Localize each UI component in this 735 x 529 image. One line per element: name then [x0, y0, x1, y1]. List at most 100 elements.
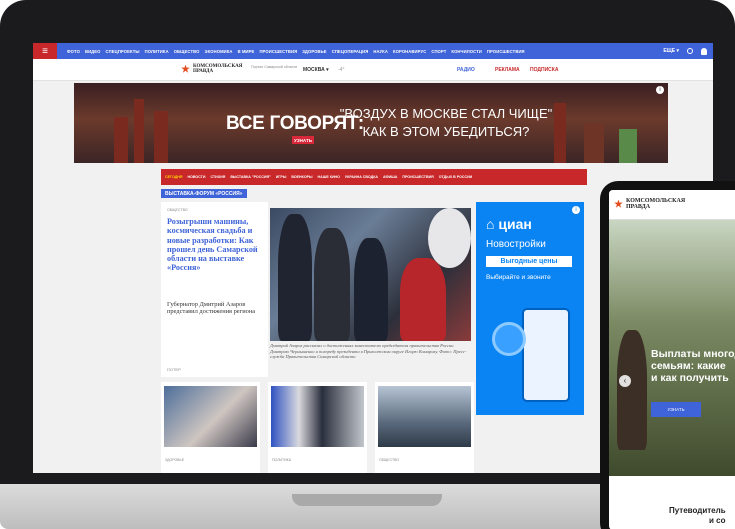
photo-figure — [400, 258, 446, 341]
dome-graphic — [619, 129, 637, 163]
mockup-stage: ≡ ФОТО ВИДЕО СПЕЦПРОЕКТЫ ПОЛИТИКА ОБЩЕСТ… — [0, 0, 735, 529]
phone-header: КОМСОМОЛЬСКАЯ ПРАВДА — [609, 190, 735, 220]
radio-link[interactable]: РАДИО — [457, 67, 475, 73]
nav-item[interactable]: НАУКА — [373, 49, 388, 54]
nav-item[interactable]: ПРОИСШЕСТВИЯ — [487, 49, 525, 54]
ads-link[interactable]: РЕКЛАМА — [495, 67, 520, 73]
photo-caption: Дмитрий Азаров рассказал о достижениях з… — [270, 343, 467, 360]
ad-phone-graphic — [522, 308, 570, 402]
news-card-rubric: ЗДОРОВЬЕ — [165, 458, 185, 462]
hero-title-line: Выплаты многод — [651, 348, 735, 360]
nav-item[interactable]: В МИРЕ — [238, 49, 255, 54]
hero-figure — [617, 330, 647, 450]
secnav-item[interactable]: АФИША — [383, 175, 397, 179]
hero-title-line: семьям: какие — [651, 360, 726, 372]
nav-item[interactable]: ОБЩЕСТВО — [174, 49, 200, 54]
photo-figure — [278, 214, 312, 341]
tower-graphic — [154, 111, 168, 163]
weather-widget[interactable]: -4° — [338, 67, 344, 73]
more-menu[interactable]: ЕЩЕ ▾ — [663, 48, 679, 54]
banner-quote: "ВОЗДУХ В МОСКВЕ СТАЛ ЧИЩЕ" КАК В ЭТОМ У… — [336, 105, 556, 141]
menu-icon[interactable]: ≡ — [33, 43, 57, 59]
main-story-text[interactable]: ОБЩЕСТВО Розыгрыши машины, космическая с… — [161, 202, 268, 377]
section-navigation: СЕГОДНЯ НОВОСТИ СТИХИЯ ВЫСТАВКА "РОССИЯ"… — [161, 169, 587, 185]
news-card-image[interactable] — [164, 386, 257, 447]
star-logo-icon — [181, 64, 190, 73]
photo-figure — [314, 228, 350, 341]
logo-text: КОМСОМОЛЬСКАЯ ПРАВДА — [193, 64, 243, 74]
chevron-left-icon[interactable]: ‹ — [619, 375, 631, 387]
photo-figure — [354, 238, 388, 341]
news-card[interactable]: ПОЛИТИКА — [268, 382, 367, 473]
banner-quote-line: "ВОЗДУХ В МОСКВЕ СТАЛ ЧИЩЕ" — [339, 106, 553, 121]
phone-hero-button[interactable]: УЗНАТЬ — [651, 402, 701, 417]
ad-price-badge: Выгодные цены — [486, 256, 572, 267]
news-card[interactable]: ОБЩЕСТВО — [375, 382, 474, 473]
tower-graphic — [134, 99, 144, 163]
news-card[interactable]: ЗДОРОВЬЕ — [161, 382, 260, 473]
hero-title-line: и как получить — [651, 372, 729, 384]
subscribe-link[interactable]: ПОДПИСКА — [530, 67, 558, 73]
banner-ad[interactable]: ВСЕ ГОВОРЯТ: УЗНАТЬ "ВОЗДУХ В МОСКВЕ СТА… — [74, 83, 668, 163]
secnav-item[interactable]: ОТДЫХ В РОССИИ — [439, 175, 472, 179]
ad-call-text: Выбирайте и звоните — [486, 274, 551, 281]
nav-item[interactable]: КОНЧИЛОСТИ — [451, 49, 481, 54]
story-rubric: ОБЩЕСТВО — [167, 208, 188, 212]
phone-hero[interactable]: Выплаты многод семьям: какие и как получ… — [609, 220, 735, 476]
site-logo[interactable]: КОМСОМОЛЬСКАЯ ПРАВДА — [181, 64, 243, 74]
guide-line: Путеводитель — [669, 506, 726, 515]
main-story-photo[interactable] — [270, 208, 471, 341]
region-selector[interactable]: МОСКВА ▾ — [303, 67, 329, 73]
nav-item[interactable]: ВИДЕО — [85, 49, 101, 54]
tower-graphic — [114, 117, 128, 163]
topic-tag[interactable]: ВЫСТАВКА-ФОРУМ «РОССИЯ» — [161, 189, 247, 198]
phone-guide-title[interactable]: Путеводитель и со — [669, 506, 735, 526]
ad-brand: ⌂ циан — [486, 216, 532, 232]
info-icon[interactable]: i — [656, 86, 664, 94]
news-card-rubric: ОБЩЕСТВО — [379, 458, 400, 462]
side-ad[interactable]: ⌂ циан Новостройки Выгодные цены Выбирай… — [476, 202, 584, 415]
nav-item[interactable]: ПРОИСШЕСТВИЯ — [259, 49, 297, 54]
nav-item[interactable]: СПЕЦОПЕРАЦИЯ — [332, 49, 369, 54]
secnav-item[interactable]: УКРАИНА СВОДКА — [345, 175, 378, 179]
secnav-item[interactable]: СЕГОДНЯ — [165, 175, 182, 179]
ad-call-icon — [492, 322, 526, 356]
star-logo-icon — [614, 199, 623, 208]
secnav-item[interactable]: НАШЕ КИНО — [318, 175, 340, 179]
ad-info-icon[interactable]: i — [572, 206, 580, 214]
ad-title: Новостройки — [486, 239, 546, 250]
story-headline[interactable]: Розыгрыши машины, космическая свадьба и … — [167, 217, 263, 273]
nav-right: ЕЩЕ ▾ — [663, 47, 707, 55]
nav-item[interactable]: КОРОНАВИРУС — [393, 49, 426, 54]
tower-graphic — [584, 123, 604, 163]
user-icon[interactable] — [701, 47, 707, 55]
nav-item[interactable]: ЗДОРОВЬЕ — [302, 49, 327, 54]
partner-logo[interactable]: Портал Самарской области — [251, 65, 299, 69]
story-lead: Губернатор Дмитрий Азаров представил дос… — [167, 301, 256, 316]
nav-item[interactable]: ПОЛИТИКА — [145, 49, 169, 54]
search-icon[interactable] — [687, 48, 693, 54]
secnav-item[interactable]: ПРОИСШЕСТВИЯ — [402, 175, 433, 179]
secnav-item[interactable]: ИГРЫ — [276, 175, 287, 179]
story-author: ПОТЕР — [167, 367, 181, 372]
phone-logo-text: КОМСОМОЛЬСКАЯ ПРАВДА — [626, 198, 686, 210]
secnav-item[interactable]: ВОЕНКОРЫ — [291, 175, 312, 179]
banner-button[interactable]: УЗНАТЬ — [292, 136, 314, 144]
news-card-image[interactable] — [271, 386, 364, 447]
nav-item[interactable]: СПЕЦПРОЕКТЫ — [106, 49, 140, 54]
news-card-rubric: ПОЛИТИКА — [272, 458, 292, 462]
secnav-item[interactable]: ВЫСТАВКА "РОССИЯ" — [230, 175, 270, 179]
brand-row: КОМСОМОЛЬСКАЯ ПРАВДА Портал Самарской об… — [33, 59, 713, 81]
ad-brand-text: циан — [498, 216, 532, 232]
news-card-image[interactable] — [378, 386, 471, 447]
nav-item[interactable]: ФОТО — [67, 49, 80, 54]
secnav-item[interactable]: НОВОСТИ — [187, 175, 205, 179]
phone-hero-title: Выплаты многод семьям: какие и как получ… — [651, 348, 735, 384]
guide-line: и со — [709, 516, 726, 525]
nav-item[interactable]: СПОРТ — [431, 49, 446, 54]
secnav-item[interactable]: СТИХИЯ — [210, 175, 225, 179]
phone-logo[interactable]: КОМСОМОЛЬСКАЯ ПРАВДА — [614, 198, 686, 210]
top-navigation: ≡ ФОТО ВИДЕО СПЕЦПРОЕКТЫ ПОЛИТИКА ОБЩЕСТ… — [33, 43, 713, 59]
laptop-notch — [292, 494, 442, 506]
nav-item[interactable]: ЭКОНОМИКА — [205, 49, 233, 54]
